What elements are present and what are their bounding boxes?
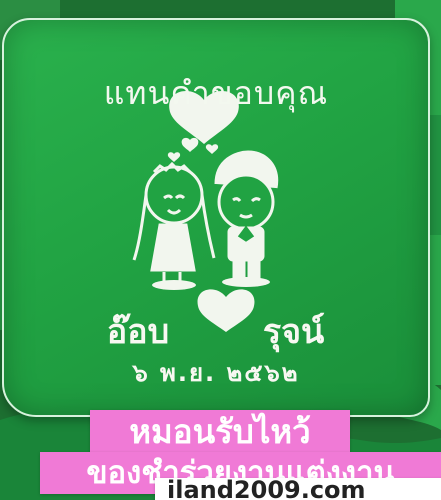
small-heart-icon-1 [181,137,199,152]
banner-line-1: หมอนรับไหว้ [90,410,350,454]
name-left: อ๊อบ [106,312,170,352]
bride-figure [132,161,216,290]
name-right: รุจน์ [262,312,325,352]
photo-scene: แทนคำขอบคุณ อ๊อบ รุจน์ ๖ พ.ย. ๒๕๖๒ หมอนร… [0,0,441,500]
small-heart-icon-3 [167,152,181,162]
wedding-date: ๖ พ.ย. ๒๕๖๒ [132,359,300,387]
couple-names: อ๊อบ รุจน์ [4,304,428,358]
green-pillow: แทนคำขอบคุณ อ๊อบ รุจน์ ๖ พ.ย. ๒๕๖๒ [2,18,430,417]
banner-website: iland2009.com [155,478,441,500]
groom-figure [214,150,279,287]
thank-you-text: แทนคำขอบคุณ [103,74,329,112]
small-heart-icon-2 [205,144,219,154]
